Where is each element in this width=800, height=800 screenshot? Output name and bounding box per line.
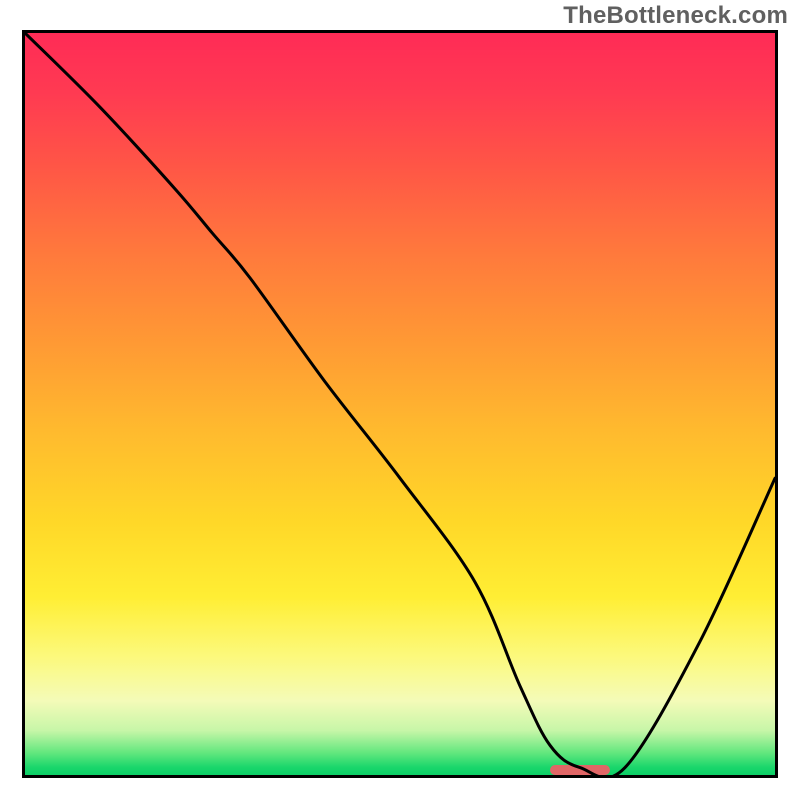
bottleneck-curve — [25, 33, 775, 775]
chart-stage: TheBottleneck.com — [0, 0, 800, 800]
watermark-text: TheBottleneck.com — [563, 2, 788, 30]
plot-frame — [22, 30, 778, 778]
